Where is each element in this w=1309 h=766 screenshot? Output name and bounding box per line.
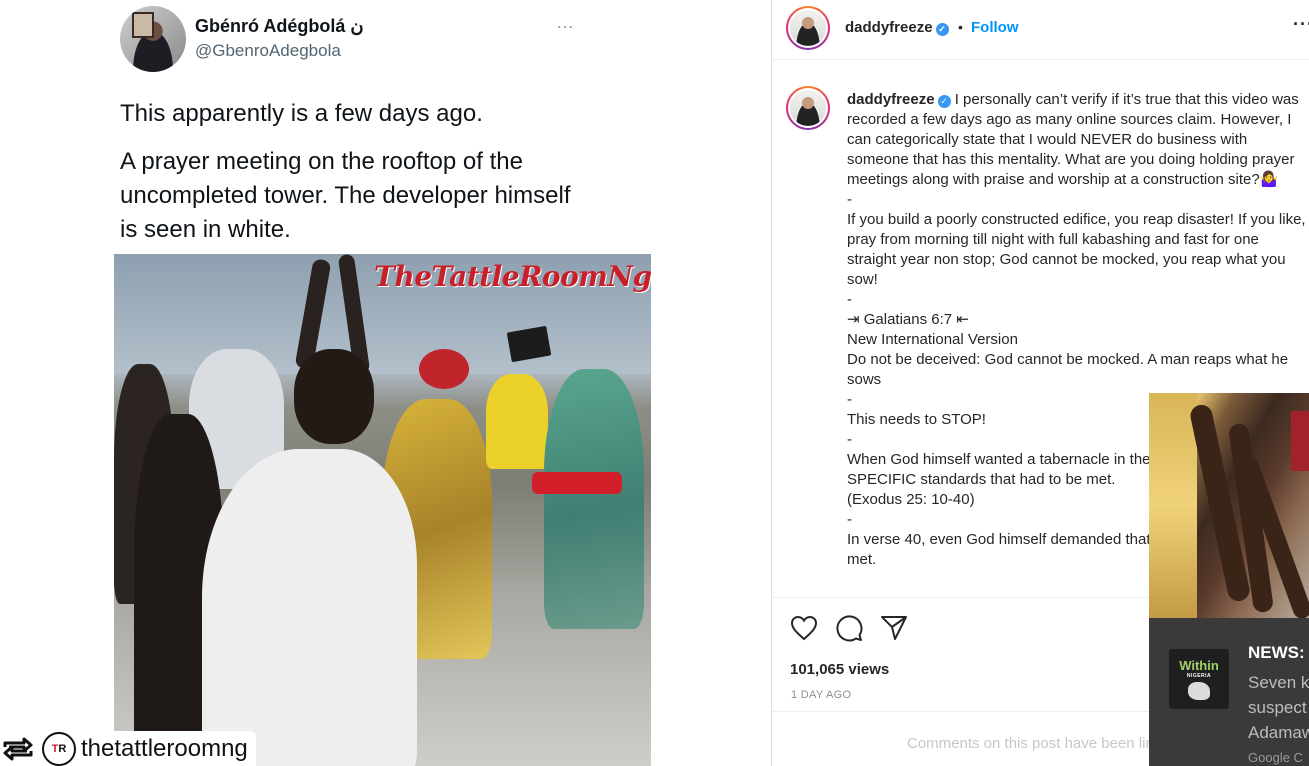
caption-line: - (847, 191, 852, 208)
post-media[interactable]: Gbénró Adégbolá ن @GbenroAdegbola … This… (0, 0, 771, 766)
news-ad-source: Google C (1248, 750, 1303, 765)
post-header: daddyfreeze✓ • Follow ··· (772, 0, 1309, 60)
caption-line: daddyfreeze ✓ I personally can’t verify i… (847, 91, 1303, 188)
tweet-more-icon: … (556, 12, 575, 32)
nigeria-map-icon (1188, 681, 1210, 700)
more-options-icon[interactable]: ··· (1293, 14, 1309, 35)
verified-badge-icon: ✓ (935, 23, 949, 36)
comments-limited-text: Comments on this post have been limited. (907, 735, 1187, 752)
like-heart-icon[interactable] (788, 612, 820, 644)
caption-line: - (847, 291, 852, 308)
screen: Gbénró Adégbolá ن @GbenroAdegbola … This… (0, 0, 1309, 766)
video-watermark: TheTattleRoomNg (374, 260, 651, 293)
header-separator: • (958, 19, 963, 35)
video-frame[interactable]: TheTattleRoomNg (114, 254, 651, 766)
share-paper-plane-icon[interactable] (878, 612, 910, 644)
tweet-text-line2: A prayer meeting on the rooftop of the u… (120, 148, 571, 243)
repost-username: thetattleroomng (81, 734, 248, 762)
author-username[interactable]: daddyfreeze ✓ (845, 19, 949, 36)
caption-line: New International Version (847, 331, 1018, 348)
news-ad-body: Within NIGERIA NEWS: Seven k suspect Ada… (1149, 618, 1309, 766)
caption-line: If you build a poorly constructed edific… (847, 211, 1306, 288)
caption-line: ⇥ Galatians 6:7 ⇤ (847, 311, 969, 328)
news-ad-text: Seven k suspect Adamaw (1248, 673, 1309, 742)
tattleroom-logo-icon: TR (42, 731, 76, 766)
comment-bubble-icon[interactable] (833, 612, 865, 644)
news-ad-title: NEWS: (1248, 643, 1305, 662)
post-actions (788, 612, 923, 644)
verified-badge-icon: ✓ (937, 95, 951, 108)
caption-line: Do not be deceived: God cannot be mocked… (847, 351, 1293, 388)
tweet-author-handle: @GbenroAdegbola (195, 41, 341, 60)
author-avatar[interactable] (786, 6, 830, 50)
tweet-text-line1: This apparently is a few days ago. (120, 100, 483, 127)
view-count[interactable]: 101,065 views (790, 661, 889, 678)
repost-icon (0, 734, 36, 764)
tweet-author-name: Gbénró Adégbolá ن (195, 16, 364, 36)
tweet-author-avatar (120, 6, 186, 72)
within-nigeria-logo: Within NIGERIA (1169, 649, 1229, 709)
news-ad-image (1149, 393, 1309, 618)
repost-attribution: TR thetattleroomng (0, 731, 256, 766)
caption-username[interactable]: daddyfreeze (847, 91, 935, 108)
news-ad-overlay[interactable]: Within NIGERIA NEWS: Seven k suspect Ada… (1149, 393, 1309, 766)
follow-button[interactable]: Follow (971, 19, 1019, 36)
post-timestamp[interactable]: 1 DAY AGO (791, 689, 851, 701)
caption-author-avatar[interactable] (786, 86, 830, 130)
